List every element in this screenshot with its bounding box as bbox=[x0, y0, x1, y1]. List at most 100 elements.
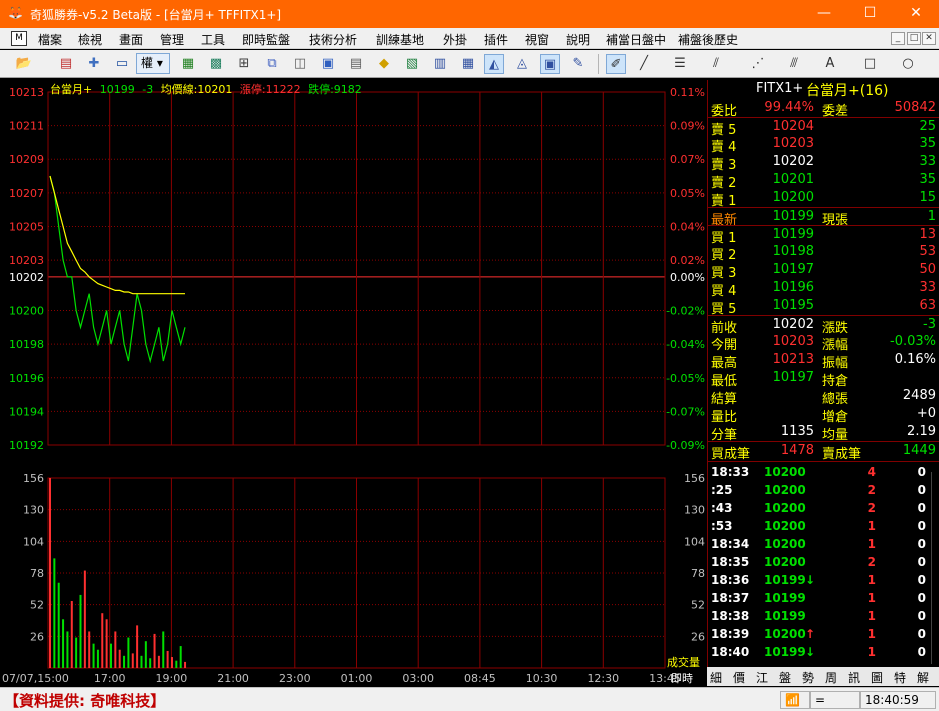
compare-icon[interactable]: ⊞ bbox=[234, 54, 254, 74]
window-layout-icon[interactable]: ▭ bbox=[112, 54, 132, 74]
panel-tab[interactable]: 細 bbox=[710, 669, 722, 686]
indicator-icon[interactable]: ▧ bbox=[402, 54, 422, 74]
menu-help[interactable]: 說明 bbox=[566, 31, 590, 48]
draw-line-icon[interactable]: ╱ bbox=[634, 54, 654, 74]
intraday-chart[interactable]: 10213 0.11% 10211 0.09% 10209 0.07% 10207 0.05%… bbox=[0, 80, 707, 686]
panel-name: 台當月+(16) bbox=[806, 83, 889, 99]
menu-technical[interactable]: 技術分析 bbox=[309, 31, 357, 48]
mdi-close-button[interactable]: ✕ bbox=[922, 32, 936, 45]
panel-icon[interactable]: ▤ bbox=[346, 54, 366, 74]
draw-hline-icon[interactable]: ☰ bbox=[670, 54, 690, 74]
tick-time: 18:36 bbox=[711, 573, 750, 587]
quote-value: 10201 bbox=[772, 172, 814, 187]
tick-row: 18:40 10199 ↓ 1 0 bbox=[708, 643, 939, 661]
multi-chart-icon[interactable]: ▣ bbox=[540, 54, 560, 74]
pct-tick-label: 0.11% bbox=[670, 86, 705, 99]
menu-plugins[interactable]: 插件 bbox=[484, 31, 508, 48]
time-tick-label: 23:00 bbox=[279, 672, 311, 685]
pct-tick-label: 0.02% bbox=[670, 254, 705, 267]
draw-fan-icon[interactable]: ⋰ bbox=[748, 54, 768, 74]
avg-price-line bbox=[49, 175, 185, 295]
tick-scrollbar[interactable] bbox=[931, 472, 939, 664]
draw-parallel-icon[interactable]: ⫻ bbox=[784, 54, 804, 74]
draw-channel-icon[interactable]: ⫽ bbox=[706, 54, 726, 74]
menu-fill-history[interactable]: 補盤後歷史 bbox=[678, 31, 738, 48]
panel-tab[interactable]: 勢 bbox=[802, 669, 814, 686]
draw-text-icon[interactable]: A bbox=[820, 54, 840, 74]
mdi-minimize-button[interactable]: _ bbox=[891, 32, 905, 45]
document-icon[interactable]: M bbox=[11, 31, 27, 46]
menu-realtime[interactable]: 即時監盤 bbox=[242, 31, 290, 48]
window-icon[interactable]: ▣ bbox=[318, 54, 338, 74]
close-button[interactable]: ✕ bbox=[893, 0, 939, 28]
menu-bar: M 檔案 檢視 畫面 管理 工具 即時監盤 技術分析 訓練基地 外掛 插件 視窗… bbox=[0, 28, 939, 49]
move-cross-icon[interactable]: ✚ bbox=[84, 54, 104, 74]
volume-bar bbox=[105, 619, 108, 668]
quote-row: 賣 3 10202 33 bbox=[708, 153, 939, 173]
draw-ellipse-icon[interactable]: ○ bbox=[898, 54, 918, 74]
panel-tab[interactable]: 周 bbox=[825, 669, 837, 686]
open-folder-icon[interactable]: 📂 bbox=[14, 54, 34, 74]
menu-manage[interactable]: 管理 bbox=[160, 31, 184, 48]
volume-bar bbox=[101, 613, 104, 668]
chart-type-icon[interactable]: ▦ bbox=[178, 54, 198, 74]
tick-volume: 1 bbox=[867, 609, 876, 623]
panel-tab[interactable]: 價 bbox=[733, 669, 745, 686]
quote-value: 63 bbox=[919, 298, 936, 313]
draw-rectangle-icon[interactable]: □ bbox=[860, 54, 880, 74]
menu-tools[interactable]: 工具 bbox=[201, 31, 225, 48]
quote-row: 量比 增倉 +0 bbox=[708, 405, 939, 425]
table-icon[interactable]: ▦ bbox=[458, 54, 478, 74]
tick-flag: 0 bbox=[917, 645, 926, 659]
copy-icon[interactable]: ⧉ bbox=[262, 54, 282, 74]
menu-plugin-ext[interactable]: 外掛 bbox=[443, 31, 467, 48]
panel-tab[interactable]: 訊 bbox=[848, 669, 860, 686]
quote-value: -3 bbox=[923, 317, 936, 332]
panel-tab[interactable]: 圖 bbox=[871, 669, 883, 686]
tick-volume: 2 bbox=[867, 501, 876, 515]
alert-icon[interactable]: ◆ bbox=[374, 54, 394, 74]
quote-value: 10195 bbox=[772, 298, 814, 313]
edit-chart-icon[interactable]: ✎ bbox=[568, 54, 588, 74]
grid-icon[interactable]: ▩ bbox=[206, 54, 226, 74]
maximize-button[interactable]: ☐ bbox=[847, 0, 893, 28]
quote-row: 買 2 10198 53 bbox=[708, 243, 939, 263]
menu-screen[interactable]: 畫面 bbox=[119, 31, 143, 48]
tick-row: :25 10200 2 0 bbox=[708, 481, 939, 499]
tick-time: :25 bbox=[711, 483, 733, 497]
menu-window[interactable]: 視窗 bbox=[525, 31, 549, 48]
rights-combo[interactable]: 權 ▾ bbox=[136, 53, 170, 74]
tick-row: 18:39 10200 ↑ 1 0 bbox=[708, 625, 939, 643]
tick-volume: 1 bbox=[867, 537, 876, 551]
panel-tab[interactable]: 特 bbox=[894, 669, 906, 686]
draw-pen-icon[interactable]: ✐ bbox=[606, 54, 626, 74]
chart-template-icon[interactable]: ▤ bbox=[56, 54, 76, 74]
quote-value: 53 bbox=[919, 244, 936, 259]
quote-row: 最新 10199 現張 1 bbox=[708, 207, 939, 228]
menu-training[interactable]: 訓練基地 bbox=[376, 31, 424, 48]
data-source-label: 【資料提供: 奇唯科技】 bbox=[4, 692, 166, 710]
tick-time: 18:37 bbox=[711, 591, 750, 605]
intraday-chart-icon[interactable]: ◭ bbox=[484, 54, 504, 74]
panel-tab[interactable]: 江 bbox=[756, 669, 768, 686]
index-icon[interactable]: ▥ bbox=[430, 54, 450, 74]
time-tick-label: 17:00 bbox=[94, 672, 126, 685]
line-chart-icon[interactable]: ◬ bbox=[512, 54, 532, 74]
minimize-button[interactable]: — bbox=[801, 0, 847, 28]
quote-value: 0.16% bbox=[894, 352, 936, 367]
tick-row: 18:33 10200 4 0 bbox=[708, 463, 939, 481]
panel-tab[interactable]: 盤 bbox=[779, 669, 791, 686]
menu-view[interactable]: 檢視 bbox=[78, 31, 102, 48]
panel-tab[interactable]: 解 bbox=[917, 669, 929, 686]
pct-tick-label: -0.09% bbox=[666, 439, 705, 452]
menu-fill-intraday[interactable]: 補當日盤中 bbox=[606, 31, 666, 48]
tick-price: 10199 bbox=[764, 609, 806, 623]
tick-flag: 0 bbox=[917, 573, 926, 587]
quote-row: 賣 5 10204 25 bbox=[708, 117, 939, 138]
split-icon[interactable]: ◫ bbox=[290, 54, 310, 74]
tick-price: 10199 bbox=[764, 573, 806, 587]
mdi-restore-button[interactable]: □ bbox=[907, 32, 921, 45]
tick-separator bbox=[708, 461, 939, 462]
time-tick-label: 03:00 bbox=[402, 672, 434, 685]
menu-file[interactable]: 檔案 bbox=[38, 31, 62, 48]
